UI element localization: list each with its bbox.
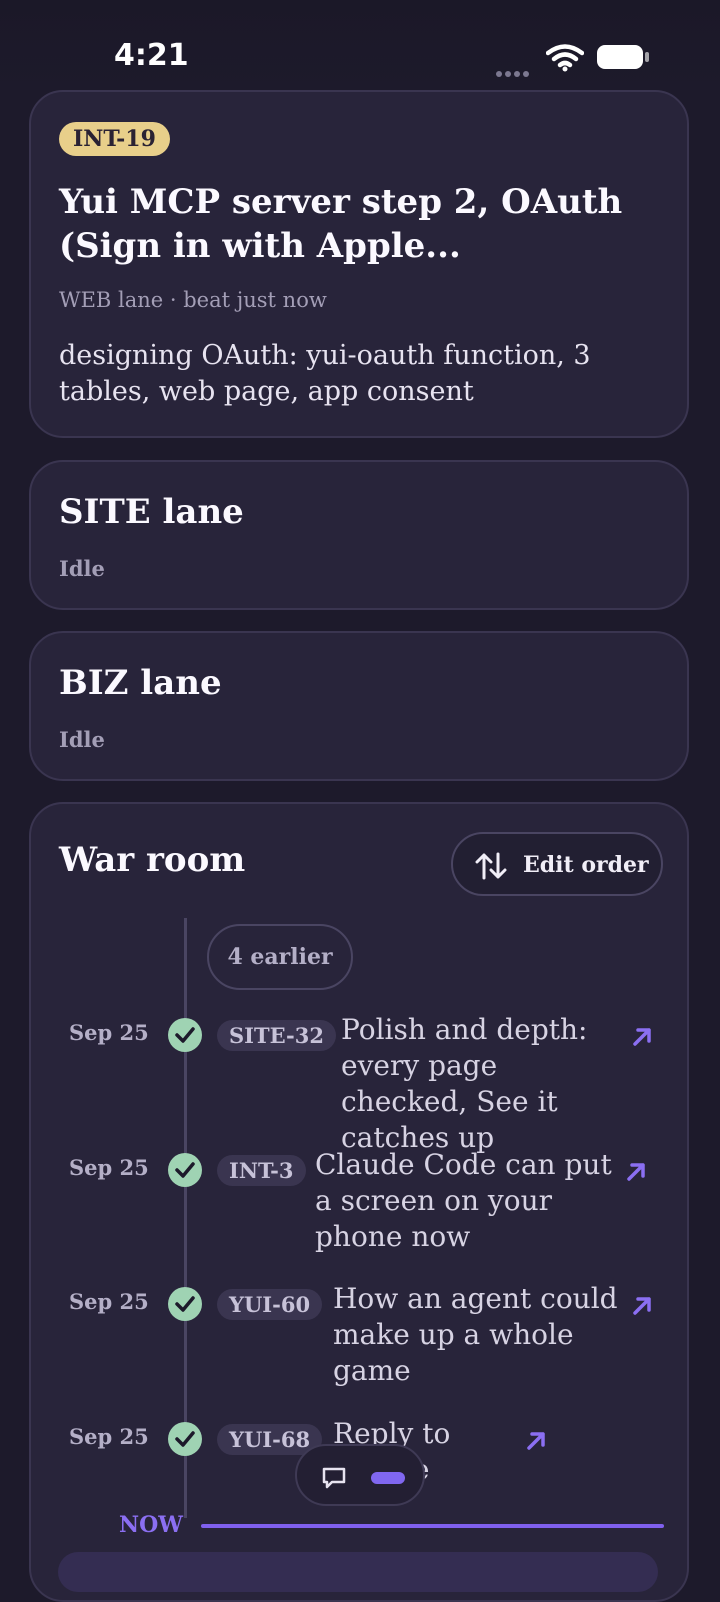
item-date: Sep 25 — [69, 1424, 149, 1449]
edit-order-button[interactable]: Edit order — [451, 832, 663, 896]
arrow-up-right-icon[interactable] — [631, 1295, 653, 1317]
signal-dots-icon — [496, 62, 534, 77]
item-tag: INT-3 — [217, 1155, 306, 1186]
next-card-peek — [58, 1552, 658, 1592]
sort-arrows-icon — [475, 852, 507, 880]
lane-card-biz[interactable]: BIZ lane Idle — [29, 631, 689, 781]
check-icon — [168, 1018, 202, 1052]
page-indicator-pill[interactable] — [371, 1472, 405, 1484]
task-description: designing OAuth: yui-oauth function, 3 t… — [59, 340, 591, 407]
arrow-up-right-icon[interactable] — [525, 1430, 547, 1452]
chat-bubble-icon[interactable] — [321, 1466, 347, 1490]
edit-order-label: Edit order — [523, 852, 649, 878]
item-text: Polish and depth: every page checked, Se… — [341, 1013, 588, 1154]
arrow-up-right-icon[interactable] — [625, 1161, 647, 1183]
status-time: 4:21 — [114, 38, 189, 73]
wifi-icon — [546, 44, 584, 72]
now-indicator-line — [201, 1524, 664, 1528]
task-title: Yui MCP server step 2, OAuth (Sign in wi… — [59, 182, 623, 266]
lane-title: BIZ lane — [59, 663, 222, 703]
floating-action-bar[interactable] — [295, 1444, 425, 1506]
lane-status: Idle — [59, 727, 105, 752]
item-text: How an agent could make up a whole game — [333, 1282, 618, 1387]
item-text: Claude Code can put a screen on your pho… — [315, 1148, 612, 1253]
show-earlier-button[interactable]: 4 earlier — [207, 924, 353, 990]
lane-card-site[interactable]: SITE lane Idle — [29, 460, 689, 610]
item-date: Sep 25 — [69, 1020, 149, 1045]
check-icon — [168, 1153, 202, 1187]
item-tag: YUI-60 — [217, 1289, 323, 1320]
current-task-card[interactable]: INT-19 Yui MCP server step 2, OAuth (Sig… — [29, 90, 689, 438]
item-date: Sep 25 — [69, 1289, 149, 1314]
task-id-badge: INT-19 — [59, 122, 170, 156]
check-icon — [168, 1287, 202, 1321]
status-bar: 4:21 — [0, 0, 720, 90]
check-icon — [168, 1422, 202, 1456]
war-room-title: War room — [59, 840, 246, 880]
lane-status: Idle — [59, 556, 105, 581]
battery-icon — [597, 45, 649, 69]
item-tag: SITE-32 — [217, 1020, 336, 1051]
lane-title: SITE lane — [59, 492, 244, 532]
item-date: Sep 25 — [69, 1155, 149, 1180]
now-label: NOW — [119, 1512, 183, 1538]
arrow-up-right-icon[interactable] — [631, 1026, 653, 1048]
task-meta: WEB lane · beat just now — [59, 288, 327, 312]
